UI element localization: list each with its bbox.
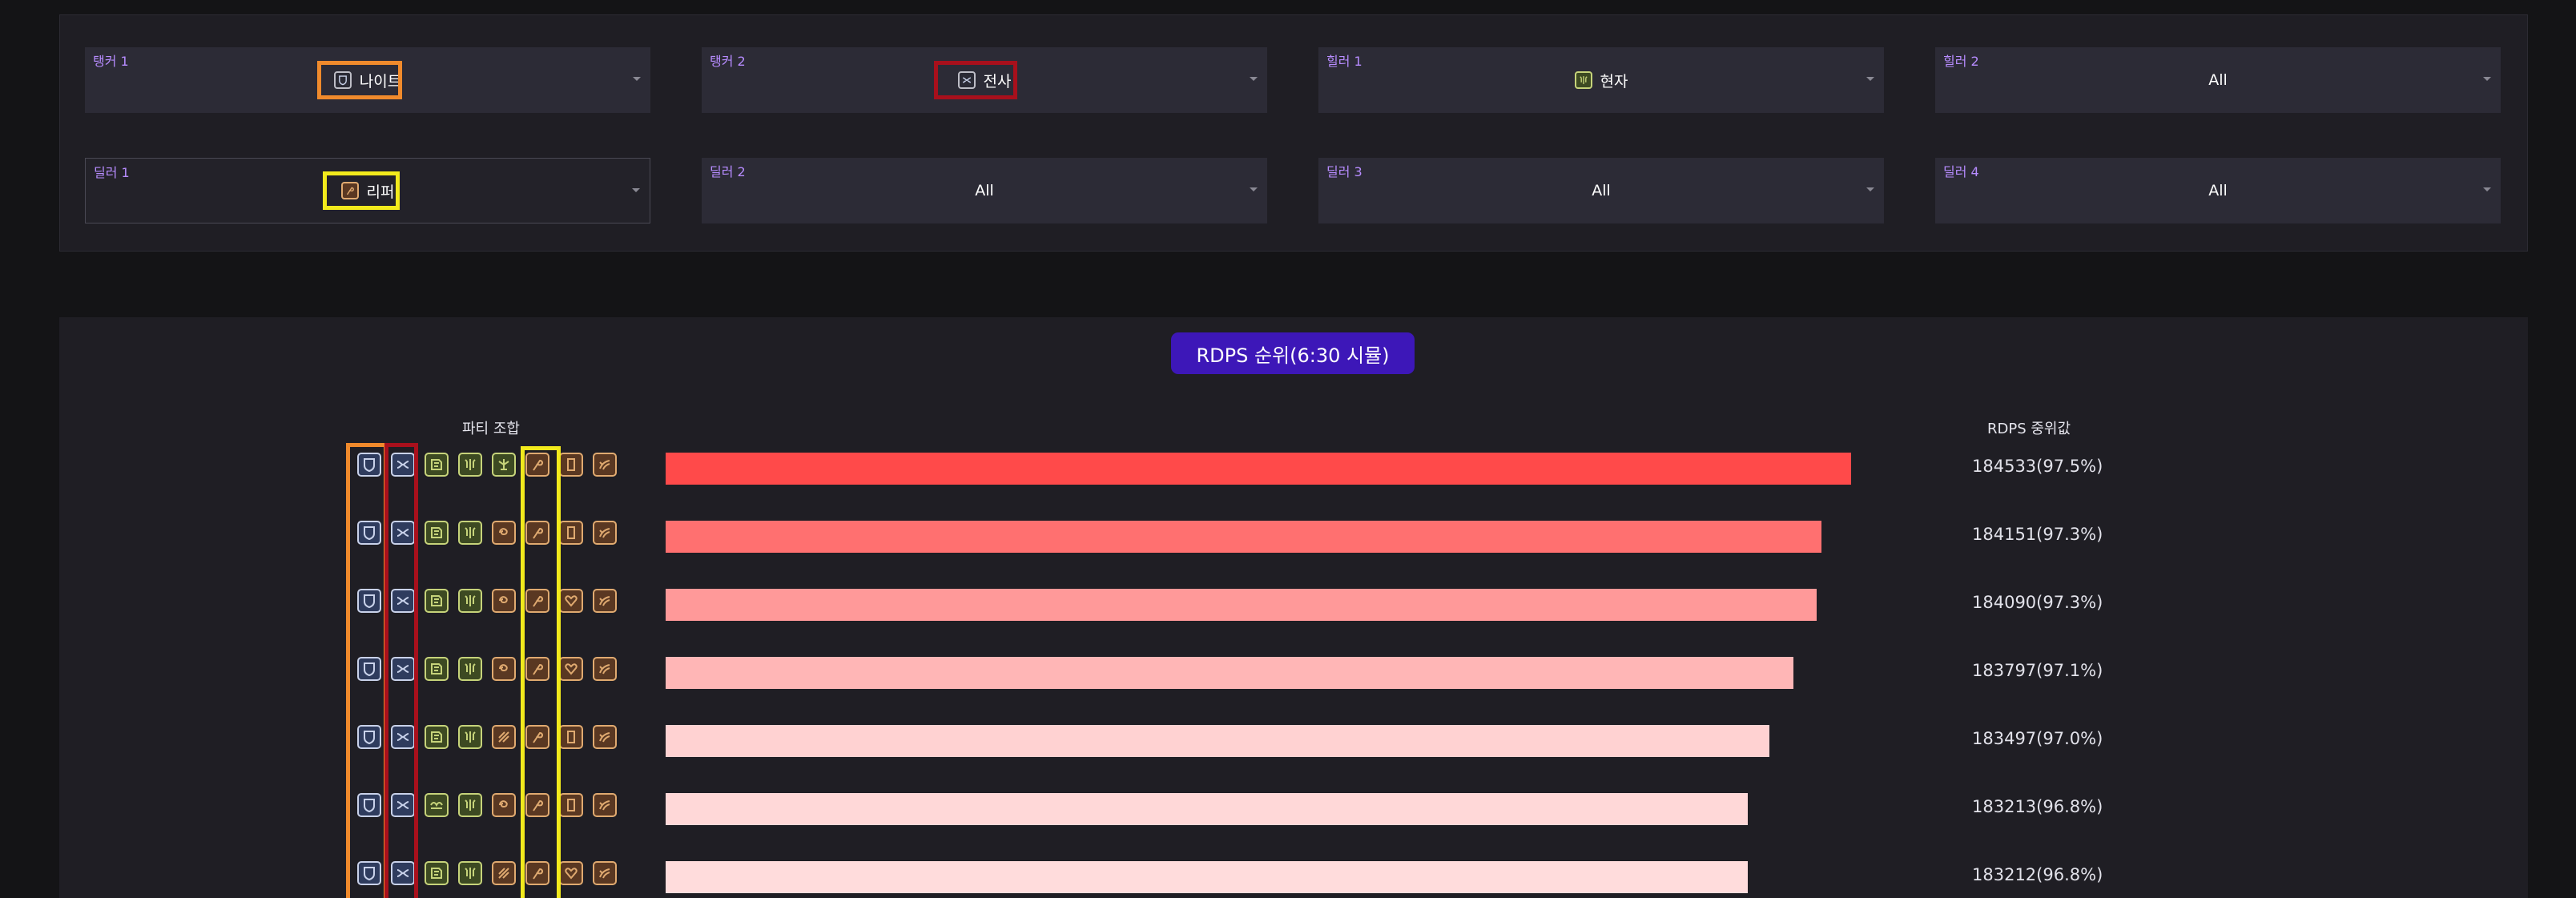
fairy-icon [425, 793, 449, 817]
flag-icon [559, 521, 583, 545]
dancer-icon [593, 657, 617, 681]
rdps-median-header: RDPS 중위값 [1987, 421, 2071, 437]
chevron-down-icon [632, 188, 640, 192]
sage-icon [458, 589, 482, 613]
dropdown-value: All [1935, 47, 2501, 113]
book-icon [425, 589, 449, 613]
chevron-down-icon [1250, 77, 1258, 81]
rdps-bar [666, 521, 1821, 553]
blade-icon [492, 725, 516, 749]
chevron-down-icon [1866, 77, 1874, 81]
book-icon [425, 725, 449, 749]
sage-icon [458, 793, 482, 817]
flag-icon [559, 793, 583, 817]
fist-icon [492, 657, 516, 681]
dropdown-value-text: All [2208, 182, 2228, 199]
dancer-icon [593, 521, 617, 545]
rdps-bar [666, 861, 1748, 893]
dropdown-value-text: All [2208, 71, 2228, 89]
fist-icon [492, 589, 516, 613]
dropdown-value-text: 현자 [1600, 72, 1628, 91]
rdps-value-label: 184090(97.3%) [1972, 593, 2103, 612]
fist-icon [492, 521, 516, 545]
heart-icon [559, 589, 583, 613]
column-highlight-tank-2 [384, 443, 418, 898]
rdps-value-label: 184533(97.5%) [1972, 457, 2103, 476]
sage-icon [1574, 71, 1592, 89]
sage-icon [458, 861, 482, 885]
dropdown-value: All [702, 158, 1267, 223]
book-icon [425, 453, 449, 477]
book-icon [425, 657, 449, 681]
chevron-down-icon [1866, 187, 1874, 191]
sage-icon [458, 521, 482, 545]
fist-icon [492, 793, 516, 817]
dropdown-value: All [1318, 158, 1884, 223]
rdps-value-label: 183497(97.0%) [1972, 729, 2103, 748]
blade-icon [492, 861, 516, 885]
dropdown-healer-1[interactable]: 힐러 1 현자 [1318, 47, 1884, 113]
dropdown-value: 현자 [1318, 47, 1884, 113]
sage-icon [458, 453, 482, 477]
column-highlight-dps-1 [521, 446, 561, 898]
dropdown-value-text: All [975, 182, 994, 199]
flag-icon [559, 453, 583, 477]
rdps-bar [666, 589, 1817, 621]
dropdown-dps-4[interactable]: 딜러 4 All [1935, 158, 2501, 223]
book-icon [425, 861, 449, 885]
rdps-bar [666, 657, 1793, 689]
rdps-bar [666, 793, 1748, 825]
heart-icon [559, 861, 583, 885]
dropdown-dps-3[interactable]: 딜러 3 All [1318, 158, 1884, 223]
dropdown-healer-2[interactable]: 힐러 2 All [1935, 47, 2501, 113]
rdps-value-label: 183212(96.8%) [1972, 865, 2103, 884]
chevron-down-icon [2483, 77, 2491, 81]
rdps-value-label: 183213(96.8%) [1972, 797, 2103, 816]
selected-job-highlight-dps-1 [323, 171, 400, 210]
heart-icon [559, 657, 583, 681]
sage-icon [458, 725, 482, 749]
chart-title: RDPS 순위(6:30 시뮬) [1171, 332, 1415, 374]
dropdown-value: All [1935, 158, 2501, 223]
dropdown-dps-2[interactable]: 딜러 2 All [702, 158, 1267, 223]
chevron-down-icon [1250, 187, 1258, 191]
dancer-icon [593, 453, 617, 477]
column-highlight-tank-1 [346, 443, 388, 898]
party-composition-header: 파티 조합 [462, 421, 520, 437]
dancer-icon [593, 725, 617, 749]
selected-job-highlight-tank-2 [934, 61, 1017, 99]
dancer-icon [593, 861, 617, 885]
book-icon [425, 521, 449, 545]
chevron-down-icon [633, 77, 641, 81]
rdps-value-label: 183797(97.1%) [1972, 661, 2103, 680]
dropdown-value-text: All [1592, 182, 1611, 199]
sage-icon [458, 657, 482, 681]
rdps-value-label: 184151(97.3%) [1972, 525, 2103, 544]
flag-icon [559, 725, 583, 749]
astro-icon [492, 453, 516, 477]
dancer-icon [593, 589, 617, 613]
dancer-icon [593, 793, 617, 817]
rdps-bar [666, 453, 1851, 485]
selected-job-highlight-tank-1 [317, 61, 402, 99]
rdps-bar [666, 725, 1769, 757]
chevron-down-icon [2483, 187, 2491, 191]
